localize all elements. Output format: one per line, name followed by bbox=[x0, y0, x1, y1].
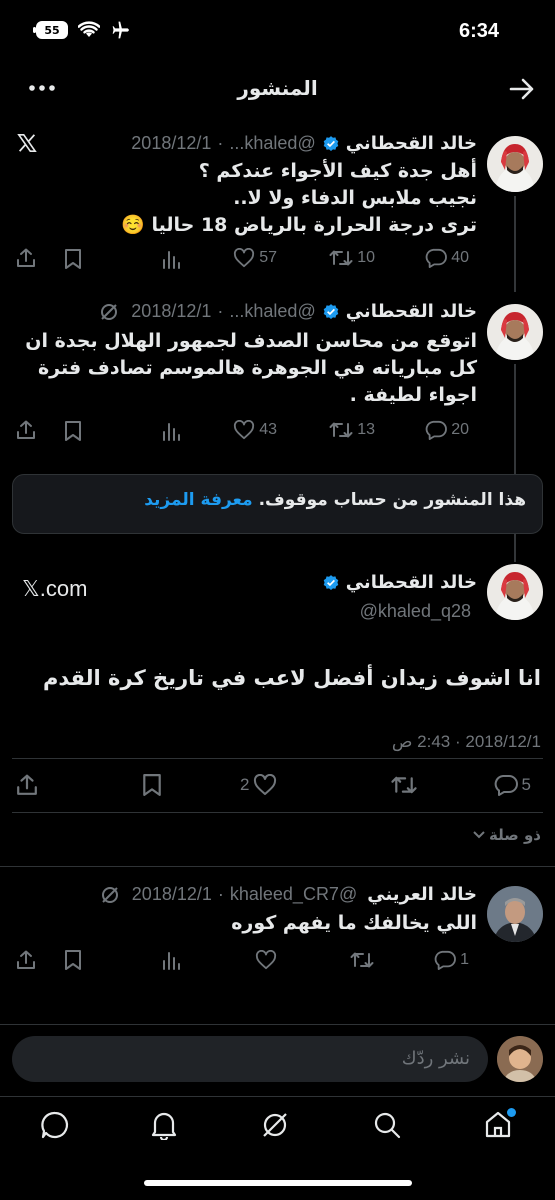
reply-icon bbox=[494, 775, 518, 796]
like-button[interactable]: 57 bbox=[233, 248, 277, 268]
notification-dot bbox=[507, 1108, 516, 1117]
grok-icon[interactable] bbox=[100, 885, 120, 905]
retweet-button[interactable]: 13 bbox=[329, 420, 375, 440]
bookmark-icon[interactable] bbox=[64, 249, 82, 269]
like-button[interactable]: 2 bbox=[240, 774, 277, 796]
battery-icon: 55 bbox=[33, 21, 68, 39]
status-icons: 55 bbox=[33, 20, 132, 40]
heart-icon[interactable] bbox=[255, 950, 277, 970]
reply-button[interactable]: 5 bbox=[494, 774, 531, 796]
reply-icon bbox=[425, 420, 448, 440]
reply-input[interactable]: نشر ردّك bbox=[12, 1036, 488, 1082]
reply-icon bbox=[434, 950, 456, 970]
author-handle: @khaled... bbox=[229, 133, 316, 153]
like-button[interactable]: 43 bbox=[233, 420, 277, 440]
reply-button[interactable]: 1 bbox=[434, 950, 469, 970]
divider bbox=[0, 866, 555, 867]
divider bbox=[12, 812, 543, 813]
suspended-notice: هذا المنشور من حساب موقوف. معرفة المزيد bbox=[12, 474, 543, 534]
retweet-icon[interactable] bbox=[390, 774, 418, 796]
related-sort[interactable]: ذو صلة bbox=[473, 826, 541, 844]
nav-notifications[interactable] bbox=[150, 1110, 178, 1140]
author-name[interactable]: خالد العريني bbox=[367, 884, 477, 905]
home-indicator bbox=[144, 1180, 412, 1186]
bookmark-icon[interactable] bbox=[64, 950, 82, 970]
heart-icon bbox=[234, 248, 255, 268]
share-icon[interactable] bbox=[16, 248, 36, 268]
back-arrow-icon[interactable] bbox=[509, 78, 535, 100]
tweet-text: اتوقع من محاسن الصدف لجمهور الهلال بجدة … bbox=[25, 330, 477, 406]
heart-icon bbox=[234, 420, 255, 440]
share-icon[interactable] bbox=[16, 420, 36, 440]
views-icon[interactable] bbox=[161, 249, 181, 269]
retweet-icon[interactable] bbox=[350, 950, 374, 970]
tweet-date: 2018/12/1 bbox=[131, 133, 212, 153]
author-name[interactable]: خالد القحطاني bbox=[346, 572, 477, 593]
verified-badge-icon bbox=[323, 303, 338, 319]
tweet-timestamp: 2018/12/1 · 2:43 ص bbox=[391, 732, 541, 751]
grok-icon bbox=[263, 1113, 287, 1137]
source-label[interactable]: 𝕏.com bbox=[22, 576, 87, 602]
author-handle: @khaled... bbox=[229, 301, 316, 321]
share-icon[interactable] bbox=[16, 774, 38, 796]
verified-badge-icon bbox=[323, 135, 338, 151]
verified-badge-icon bbox=[323, 574, 338, 590]
tweet-date: 2018/12/1 bbox=[131, 884, 212, 904]
divider bbox=[12, 758, 543, 759]
notice-text: هذا المنشور من حساب موقوف. bbox=[258, 490, 526, 510]
status-time: 6:34 bbox=[458, 20, 499, 42]
thread-line bbox=[514, 196, 516, 292]
tweet-text: انا اشوف زيدان أفضل لاعب في تاريخ كرة ال… bbox=[43, 666, 541, 690]
bookmark-icon[interactable] bbox=[64, 421, 82, 441]
avatar[interactable] bbox=[487, 136, 543, 192]
grok-icon[interactable] bbox=[99, 302, 119, 322]
avatar[interactable] bbox=[487, 304, 543, 360]
reply-button[interactable]: 40 bbox=[425, 248, 469, 268]
thread-line bbox=[514, 534, 516, 562]
tweet-date: 2018/12/1 bbox=[131, 301, 212, 321]
bookmark-icon[interactable] bbox=[142, 774, 162, 796]
x-logo-icon bbox=[17, 134, 37, 152]
author-handle: @khaled_q28 bbox=[359, 601, 471, 621]
chevron-down-icon bbox=[473, 831, 485, 839]
author-handle: @khaleed_CR7 bbox=[229, 884, 358, 904]
author-name[interactable]: خالد القحطاني bbox=[346, 301, 477, 322]
message-icon bbox=[41, 1111, 69, 1139]
nav-search[interactable] bbox=[372, 1110, 402, 1140]
nav-grok[interactable] bbox=[260, 1110, 290, 1140]
related-label: ذو صلة bbox=[489, 826, 541, 844]
wifi-icon bbox=[78, 21, 100, 37]
learn-more-link[interactable]: معرفة المزيد bbox=[144, 490, 252, 510]
page-title: المنشور bbox=[237, 76, 318, 100]
search-icon bbox=[374, 1112, 401, 1139]
heart-icon bbox=[254, 774, 277, 795]
nav-messages[interactable] bbox=[40, 1110, 70, 1140]
divider bbox=[0, 1024, 555, 1025]
retweet-icon bbox=[329, 422, 353, 438]
tweet-text: اللي يخالفك ما يفهم كوره bbox=[231, 912, 477, 934]
thread-line bbox=[514, 364, 516, 474]
airplane-icon bbox=[112, 21, 129, 39]
tweet-text: أهل جدة كيف الأجواء عندكم ؟ نجيب ملابس ا… bbox=[121, 160, 477, 236]
nav-home[interactable] bbox=[482, 1108, 516, 1140]
avatar[interactable] bbox=[487, 564, 543, 620]
user-avatar[interactable] bbox=[497, 1036, 543, 1082]
retweet-icon bbox=[329, 250, 353, 266]
retweet-button[interactable]: 10 bbox=[329, 248, 375, 268]
views-icon[interactable] bbox=[161, 950, 181, 970]
divider bbox=[0, 1096, 555, 1097]
bell-icon bbox=[151, 1112, 177, 1140]
reply-button[interactable]: 20 bbox=[425, 420, 469, 440]
author-name[interactable]: خالد القحطاني bbox=[346, 133, 477, 154]
reply-icon bbox=[425, 248, 448, 268]
avatar[interactable] bbox=[487, 886, 543, 942]
share-icon[interactable] bbox=[16, 950, 36, 970]
views-icon[interactable] bbox=[161, 421, 181, 441]
